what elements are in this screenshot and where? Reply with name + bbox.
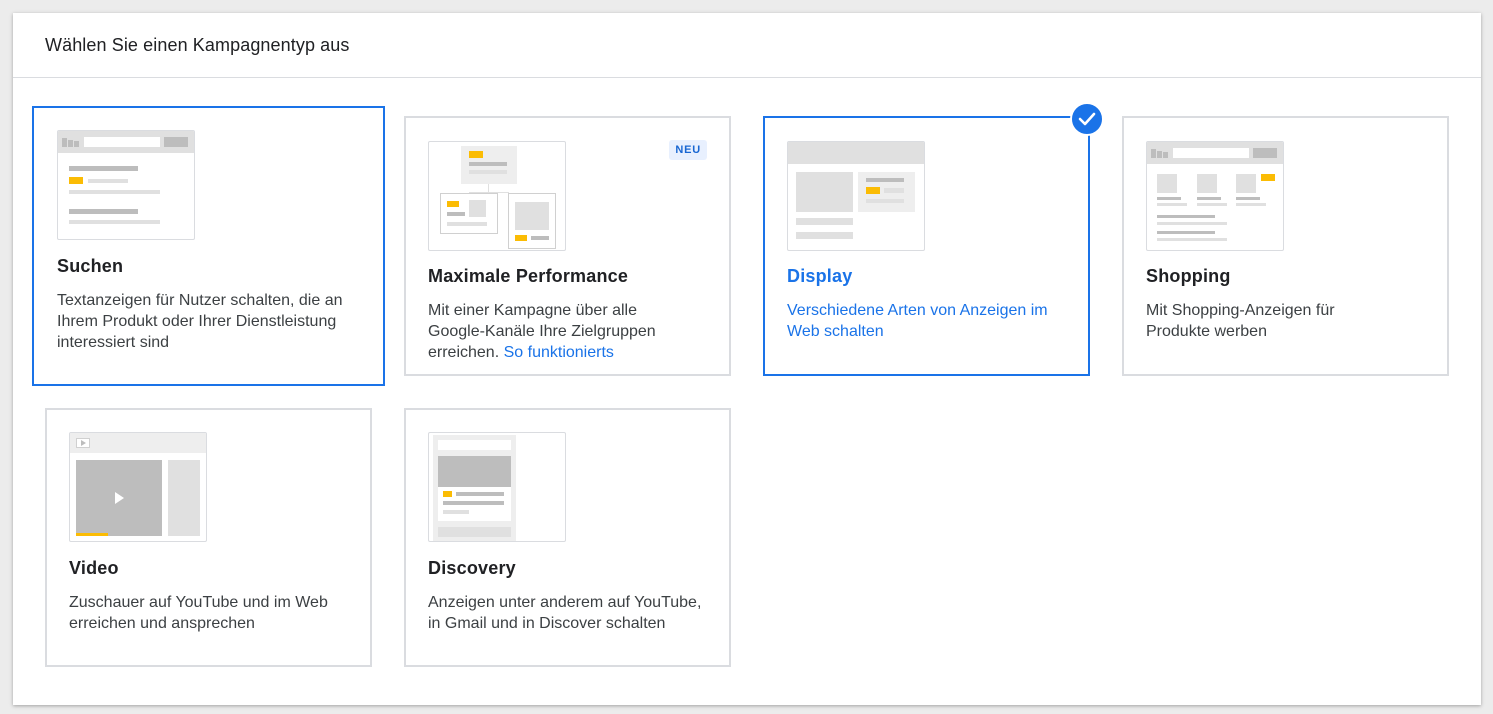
card-description: Mit Shopping-Anzeigen für Produkte werbe… xyxy=(1146,302,1335,340)
card-description: Zuschauer auf YouTube und im Web erreich… xyxy=(69,594,328,632)
campaign-card-video[interactable]: Video Zuschauer auf YouTube und im Web e… xyxy=(45,408,372,667)
shopping-illustration xyxy=(1146,141,1284,251)
discovery-illustration xyxy=(428,432,566,542)
dialog-header: Wählen Sie einen Kampagnentyp aus xyxy=(13,13,1481,78)
card-title: Suchen xyxy=(57,256,124,276)
card-description: Textanzeigen für Nutzer schalten, die an… xyxy=(57,292,343,351)
dialog-title: Wählen Sie einen Kampagnentyp aus xyxy=(45,35,350,55)
card-title: Shopping xyxy=(1146,266,1231,286)
new-badge: NEU xyxy=(669,140,707,160)
campaign-card-shopping[interactable]: Shopping Mit Shopping-Anzeigen für Produ… xyxy=(1122,116,1449,376)
check-circle-icon xyxy=(1070,102,1104,136)
card-description: Anzeigen unter anderem auf YouTube, in G… xyxy=(428,594,702,632)
card-title: Discovery xyxy=(428,558,516,578)
how-it-works-link[interactable]: So funktionierts xyxy=(504,344,614,361)
card-title: Maximale Performance xyxy=(428,266,629,286)
display-illustration xyxy=(787,141,925,251)
performance-max-illustration xyxy=(428,141,566,251)
video-illustration xyxy=(69,432,207,542)
campaign-card-display[interactable]: Display Verschiedene Arten von Anzeigen … xyxy=(763,116,1090,376)
campaign-card-discovery[interactable]: Discovery Anzeigen unter anderem auf You… xyxy=(404,408,731,667)
card-description: Verschiedene Arten von Anzeigen im Web s… xyxy=(787,302,1048,340)
campaign-card-performance-max[interactable]: NEU Maximale Performance Mit einer Kampa… xyxy=(404,116,731,376)
card-title: Display xyxy=(787,266,853,286)
campaign-card-search[interactable]: Suchen Textanzeigen für Nutzer schalten,… xyxy=(32,106,385,386)
search-illustration xyxy=(57,130,195,240)
card-description: Mit einer Kampagne über alle Google-Kanä… xyxy=(428,300,698,363)
card-title: Video xyxy=(69,558,119,578)
